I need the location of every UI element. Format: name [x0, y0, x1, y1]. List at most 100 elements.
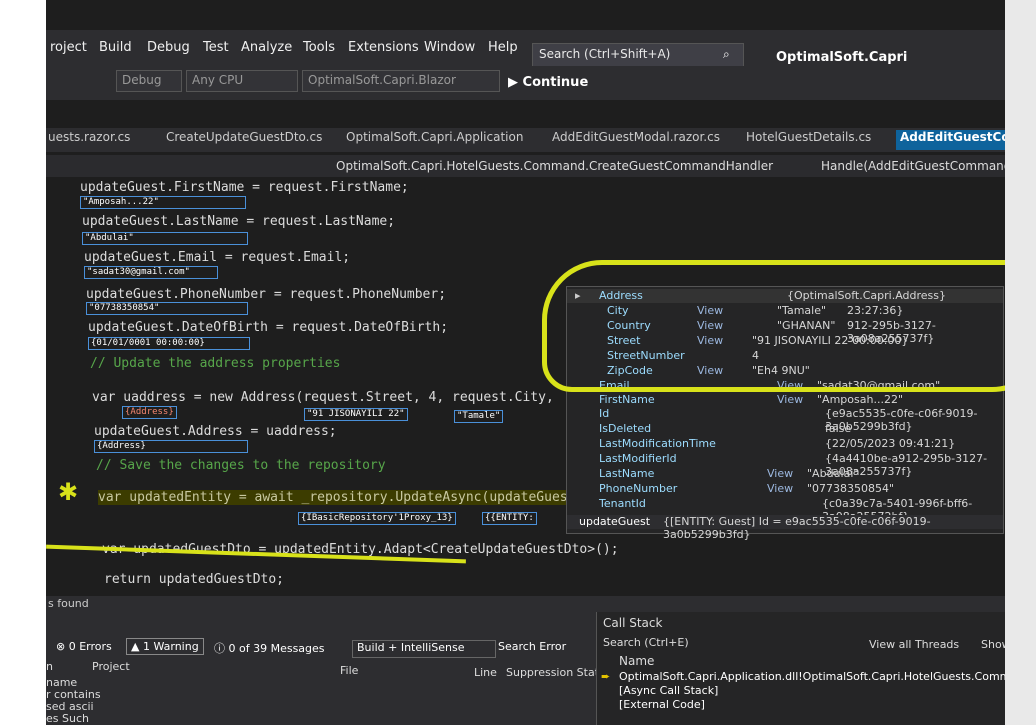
- tab-add-edit-command[interactable]: AddEditGuestComm: [896, 130, 1008, 150]
- bottom-panels: ⊗ 0 Errors ▲ 1 Warning ⓘ 0 of 39 Message…: [46, 612, 1008, 725]
- data-tip-uaddress[interactable]: {Address}: [94, 440, 248, 453]
- datatip-row[interactable]: LastModifierId {4a4410be-a912-295b-3127-…: [567, 452, 1003, 478]
- code-line-new-address: var uaddress = new Address(request.Stree…: [92, 390, 554, 405]
- col-name[interactable]: Name: [619, 654, 654, 668]
- col-line[interactable]: Line: [474, 666, 497, 679]
- call-stack-search[interactable]: Search (Ctrl+E): [603, 636, 793, 649]
- stack-frame[interactable]: [External Code]: [619, 698, 705, 711]
- datatip-footer-value: {[ENTITY: Guest] Id = e9ac5535-c0fe-c06f…: [663, 515, 931, 541]
- messages-button[interactable]: ⓘ 0 of 39 Messages: [214, 640, 325, 656]
- menu-analyze[interactable]: Analyze: [241, 40, 292, 55]
- config-dropdown[interactable]: Debug: [116, 70, 182, 92]
- tab-application[interactable]: OptimalSoft.Capri.Application: [346, 130, 523, 150]
- startup-dropdown[interactable]: OptimalSoft.Capri.Blazor: [302, 70, 500, 92]
- view-button[interactable]: View: [767, 467, 793, 480]
- search-placeholder: Search (Ctrl+Shift+A): [539, 47, 671, 61]
- datatip-value: "07738350854": [807, 482, 895, 495]
- data-tip-email[interactable]: "sadat30@gmail.com": [84, 266, 218, 279]
- datatip-row[interactable]: Id {e9ac5535-c0fe-c06f-9019-3a0b5299b3fd…: [567, 407, 1003, 433]
- errors-button[interactable]: ⊗ 0 Errors: [56, 640, 112, 653]
- startup-value: OptimalSoft.Capri.Blazor: [308, 73, 456, 87]
- build-filter-dropdown[interactable]: Build + IntelliSense: [352, 640, 496, 658]
- menu-test[interactable]: Test: [203, 40, 229, 55]
- annotation-circle: [542, 260, 1008, 392]
- ide-window: roject Build Debug Test Analyze Tools Ex…: [46, 0, 1008, 725]
- datatip-name: LastModificationTime: [599, 437, 716, 450]
- datatip-row[interactable]: IsDeleted false: [567, 422, 1003, 436]
- datatip-row[interactable]: FirstName View "Amposah...22": [567, 393, 1003, 407]
- platform-dropdown[interactable]: Any CPU: [186, 70, 298, 92]
- menu-tools[interactable]: Tools: [303, 40, 335, 55]
- code-line-4: updateGuest.PhoneNumber = request.PhoneN…: [86, 287, 447, 302]
- datatip-footer-name: updateGuest: [579, 515, 651, 528]
- tab-guests-razor[interactable]: uests.razor.cs: [48, 130, 130, 150]
- datatip-footer[interactable]: updateGuest {[ENTITY: Guest] Id = e9ac55…: [567, 515, 1003, 541]
- code-line-assign-address: updateGuest.Address = uaddress;: [94, 424, 337, 439]
- data-tip-firstname[interactable]: "Amposah...22": [80, 196, 246, 209]
- code-line-5: updateGuest.DateOfBirth = request.DateOf…: [88, 320, 449, 335]
- datatip-value: "Abdulai": [807, 467, 859, 480]
- code-line-3: updateGuest.Email = request.Email;: [84, 250, 351, 265]
- nav-class[interactable]: OptimalSoft.Capri.HotelGuests.Command.Cr…: [336, 159, 773, 173]
- annotation-star: ✱: [58, 478, 79, 506]
- stack-frame[interactable]: [Async Call Stack]: [619, 684, 718, 697]
- menu-build[interactable]: Build: [99, 40, 132, 55]
- tab-create-update-dto[interactable]: CreateUpdateGuestDto.cs: [166, 130, 322, 150]
- data-tip-address-new[interactable]: {Address}: [122, 406, 177, 419]
- show-button[interactable]: Show: [981, 638, 1008, 651]
- tab-add-edit-modal[interactable]: AddEditGuestModal.razor.cs: [552, 130, 720, 150]
- side-label: n: [46, 660, 53, 673]
- code-comment-save: // Save the changes to the repository: [96, 458, 386, 473]
- datatip-name: FirstName: [599, 393, 655, 406]
- data-tip-lastname[interactable]: "Abdulai": [82, 232, 248, 245]
- view-button[interactable]: View: [777, 393, 803, 406]
- tab-hotel-guest-details[interactable]: HotelGuestDetails.cs: [746, 130, 871, 150]
- datatip-row[interactable]: LastModificationTime {22/05/2023 09:41:2…: [567, 437, 1003, 451]
- col-project[interactable]: Project: [92, 660, 130, 673]
- view-button[interactable]: View: [767, 482, 793, 495]
- datatip-name: TenantId: [599, 497, 646, 510]
- menu-debug[interactable]: Debug: [147, 40, 190, 55]
- data-tip-street[interactable]: "91 JISONAYILI 22": [304, 408, 408, 421]
- side-label: es Such: [46, 712, 89, 725]
- menu-window[interactable]: Window: [424, 40, 475, 55]
- warnings-button[interactable]: ▲ 1 Warning: [126, 638, 204, 655]
- datatip-value: false: [825, 422, 852, 435]
- datatip-name: LastName: [599, 467, 655, 480]
- play-icon: ▶: [508, 75, 523, 90]
- col-file[interactable]: File: [340, 664, 358, 677]
- continue-button[interactable]: ▶ Continue: [508, 75, 588, 90]
- datatip-row[interactable]: PhoneNumber View "07738350854": [567, 482, 1003, 496]
- data-tip-entity[interactable]: {{ENTITY:: [482, 512, 537, 525]
- monitor-bezel: [1005, 0, 1036, 725]
- menu-extensions[interactable]: Extensions: [348, 40, 419, 55]
- data-tip-phone[interactable]: "07738350854": [86, 302, 248, 315]
- platform-value: Any CPU: [192, 73, 244, 87]
- data-tip-dob[interactable]: {01/01/0001 00:00:00}: [88, 337, 250, 350]
- view-all-threads-button[interactable]: View all Threads: [869, 638, 959, 651]
- messages-count: 0 of 39 Messages: [228, 642, 325, 655]
- datatip-name: LastModifierId: [599, 452, 677, 465]
- errors-count: 0 Errors: [68, 640, 112, 653]
- menu-help[interactable]: Help: [488, 40, 518, 55]
- data-tip-repository[interactable]: {IBasicRepository'1Proxy_13}: [298, 512, 456, 525]
- data-tip-city[interactable]: "Tamale": [454, 410, 504, 423]
- status-found: s found: [48, 597, 89, 610]
- col-suppression[interactable]: Suppression State: [506, 666, 606, 679]
- datatip-row[interactable]: TenantId {c0a39c7a-5401-996f-bff6-3a08a2…: [567, 497, 1003, 523]
- datatip-name: Id: [599, 407, 610, 420]
- code-line-current: var updatedEntity = await _repository.Up…: [98, 490, 568, 505]
- search-error-input[interactable]: Search Error: [498, 640, 588, 656]
- config-value: Debug: [122, 73, 162, 87]
- menu-project[interactable]: roject: [50, 40, 87, 55]
- datatip-row[interactable]: LastName View "Abdulai": [567, 467, 1003, 481]
- stack-frame[interactable]: OptimalSoft.Capri.Application.dll!Optima…: [619, 670, 1008, 683]
- call-stack-title: Call Stack: [603, 616, 663, 630]
- current-frame-arrow-icon: ➨: [601, 670, 611, 683]
- code-line-1: updateGuest.FirstName = request.FirstNam…: [80, 180, 409, 195]
- continue-label: Continue: [522, 75, 589, 90]
- nav-method[interactable]: Handle(AddEditGuestCommand: [821, 159, 1008, 173]
- search-input[interactable]: Search (Ctrl+Shift+A) ⌕: [532, 43, 744, 67]
- editor-status-bar: s found: [46, 596, 1008, 612]
- datatip-value: {22/05/2023 09:41:21}: [825, 437, 956, 450]
